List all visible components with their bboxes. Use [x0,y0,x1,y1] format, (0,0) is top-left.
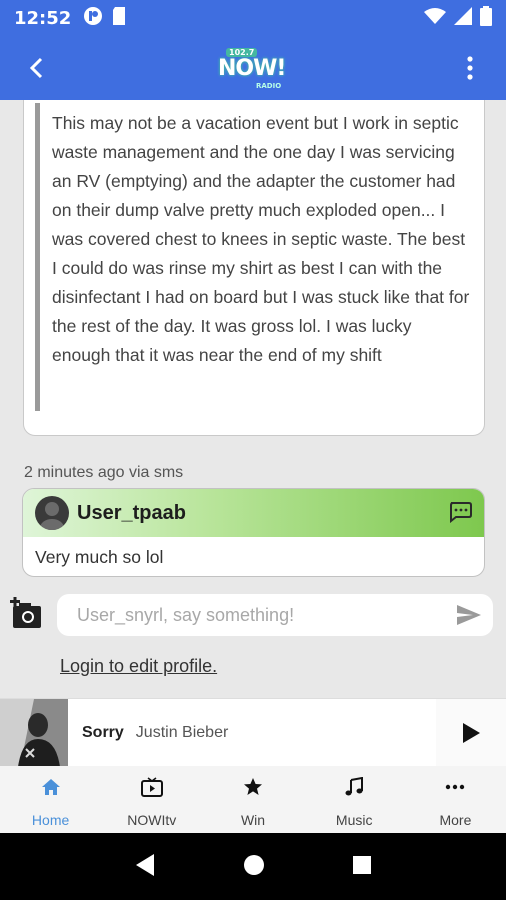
message-input[interactable] [57,594,493,636]
play-button[interactable] [436,699,506,767]
user-silhouette-icon [40,502,64,530]
system-recents-button[interactable] [352,855,372,879]
star-icon [243,776,263,798]
sd-card-icon [111,6,127,30]
nav-more[interactable]: More [405,766,506,833]
chat-feed[interactable]: This may not be a vacation event but I w… [0,100,506,698]
song-artist: Justin Bieber [135,723,229,741]
nav-nowitv[interactable]: NOWItv [101,766,202,833]
nav-music[interactable]: Music [304,766,405,833]
message-header: User_tpaab [23,489,484,537]
album-art [0,698,68,767]
status-bar: 12:52 [0,0,506,36]
sms-icon [448,501,472,527]
login-link[interactable]: Login to edit profile. [60,656,217,677]
nav-label: Music [335,812,373,828]
battery-icon [480,6,492,30]
signal-icon [454,7,472,29]
nav-label: NOWItv [127,812,177,828]
send-icon [457,605,481,625]
now-playing-bar[interactable]: Sorry Justin Bieber [0,698,506,767]
more-horiz-icon [445,776,465,798]
nav-label: Home [31,812,70,828]
nav-label: Win [240,812,266,828]
home-icon [41,776,61,798]
message-username[interactable]: User_tpaab [77,502,186,525]
tv-icon [140,776,163,798]
triangle-back-icon [135,853,154,876]
back-button[interactable] [22,54,50,82]
system-navigation-bar [0,833,506,900]
nav-home[interactable]: Home [0,766,101,833]
bottom-navigation: Home NOWItv Win Music More [0,766,506,833]
overflow-menu-button[interactable] [456,54,484,82]
nav-label: More [439,812,472,828]
circle-home-icon [243,854,264,875]
song-title: Sorry [82,723,124,741]
logo-text: NOW! [218,56,286,81]
quote-bar [35,103,40,411]
nav-win[interactable]: Win [202,766,303,833]
quoted-message-text: This may not be a vacation event but I w… [52,113,470,365]
system-back-button[interactable] [134,853,156,881]
quoted-message-card: This may not be a vacation event but I w… [23,100,485,436]
station-logo: 102.7 NOW! RADIO [216,42,290,94]
system-home-button[interactable] [243,854,265,880]
wifi-icon [424,7,446,29]
app-notification-icon [83,6,103,30]
chevron-left-icon [29,57,43,79]
more-vert-icon [467,56,473,80]
square-recents-icon [353,855,372,874]
message-body: Very much so lol [35,547,164,567]
app-bar: 102.7 NOW! RADIO [0,36,506,100]
add-photo-button[interactable] [10,597,44,631]
play-icon [463,723,480,743]
add-camera-icon [10,597,41,628]
message-timestamp: 2 minutes ago via sms [24,464,184,481]
message-card[interactable]: User_tpaab Very much so lol [22,488,485,577]
status-time: 12:52 [14,7,72,29]
send-button[interactable] [456,604,482,626]
music-note-icon [344,776,364,798]
avatar[interactable] [35,496,69,530]
logo-subtext: RADIO [256,82,282,90]
